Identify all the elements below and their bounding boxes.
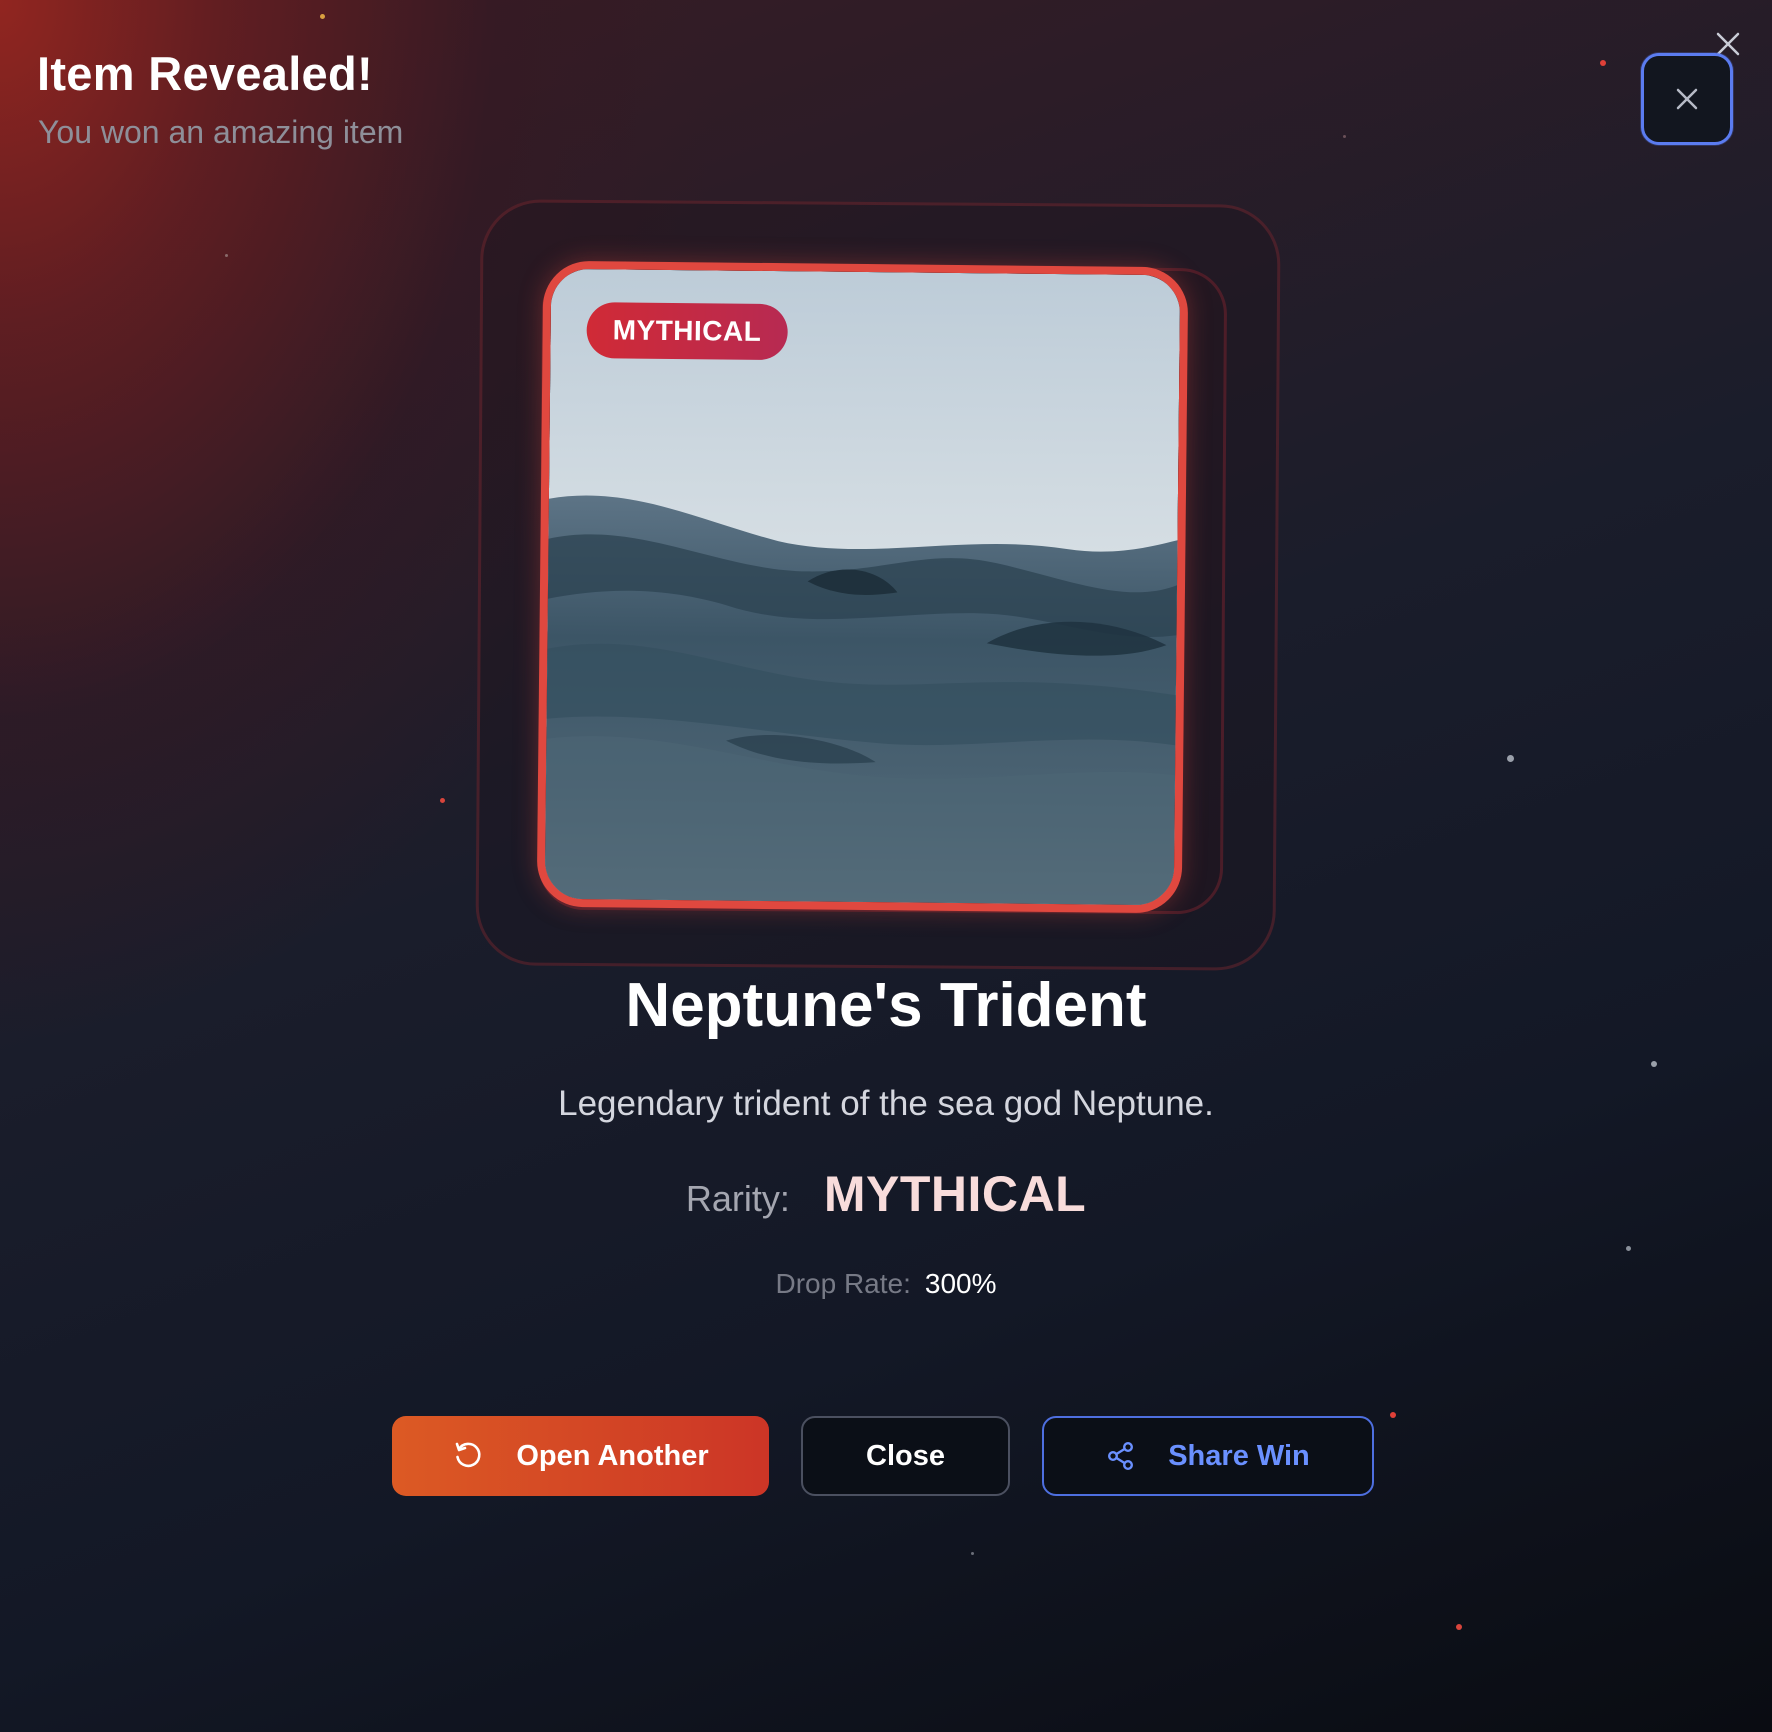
sparkle-dot [1651,1061,1657,1067]
share-win-label: Share Win [1168,1439,1310,1472]
close-icon [1676,88,1698,110]
refresh-icon [452,1440,484,1472]
sparkle-dot [1390,1412,1396,1418]
sparkle-dot [440,798,445,803]
drop-rate-label: Drop Rate: [775,1268,911,1299]
ocean-waves-image [544,268,1181,906]
rarity-badge: MYTHICAL [586,302,788,361]
close-button[interactable]: Close [801,1416,1010,1496]
sparkle-dot [225,254,228,257]
rarity-label: Rarity: [685,1178,790,1219]
rarity-value: MYTHICAL [823,1166,1087,1222]
share-icon [1106,1441,1136,1471]
sparkle-dot [320,14,325,19]
sparkle-dot [1626,1246,1631,1251]
drop-rate-value: 300% [924,1268,997,1299]
drop-rate-row: Drop Rate: 300% [0,1268,1772,1300]
item-description: Legendary trident of the sea god Neptune… [558,1084,1214,1123]
sparkle-dot [1456,1624,1462,1630]
item-name: Neptune's Trident [625,971,1147,1040]
modal-title: Item Revealed! [37,47,373,100]
open-another-button[interactable]: Open Another [392,1416,769,1496]
sparkle-dot [971,1552,974,1555]
sparkle-dot [1600,60,1606,66]
share-win-button[interactable]: Share Win [1042,1416,1374,1496]
rarity-row: Rarity: MYTHICAL [0,1165,1772,1223]
item-card: MYTHICAL [536,260,1189,914]
close-button-label: Close [866,1439,945,1472]
sparkle-dot [1343,135,1346,138]
open-another-label: Open Another [516,1439,709,1472]
modal-close-button[interactable] [1641,53,1733,145]
sparkle-dot [1507,755,1514,762]
modal-subtitle: You won an amazing item [38,114,404,150]
